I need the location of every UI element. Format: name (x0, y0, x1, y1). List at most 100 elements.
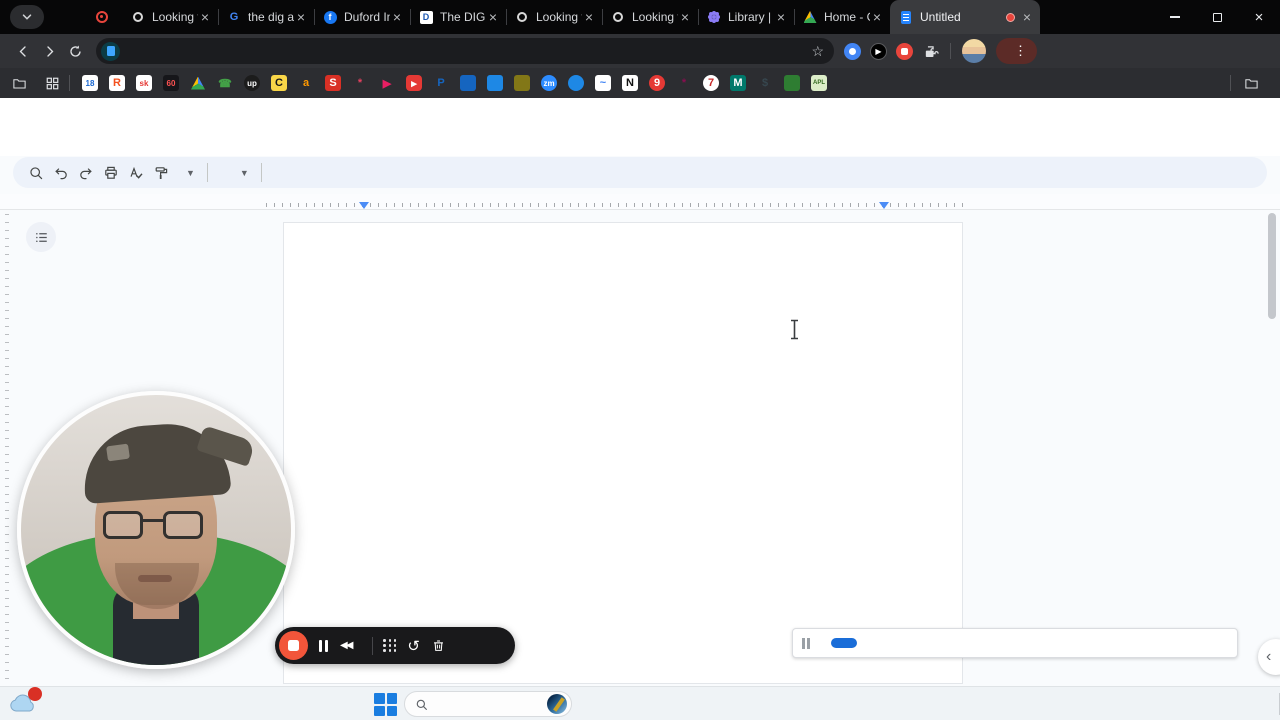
bookmark-star-icon[interactable]: ☆ (811, 43, 824, 60)
right-indent-marker[interactable] (879, 202, 889, 209)
bookmark-item-12[interactable]: ▶ (379, 75, 395, 91)
extensions-puzzle-icon[interactable] (922, 43, 939, 60)
left-indent-marker[interactable] (359, 202, 369, 209)
profile-avatar[interactable] (962, 39, 986, 63)
restart-recording-button[interactable]: ↺ (407, 637, 420, 655)
document-page[interactable] (283, 222, 963, 684)
bookmark-item-22[interactable]: 9 (649, 75, 665, 91)
tab-close-icon[interactable]: × (774, 9, 788, 25)
tab-search-button[interactable] (10, 5, 44, 29)
spellcheck-button[interactable] (123, 160, 148, 185)
tab-close-icon[interactable]: × (486, 9, 500, 25)
browser-tab-2[interactable]: Gthe dig agen× (218, 0, 314, 34)
tab-close-icon[interactable]: × (1020, 9, 1034, 25)
loom-webcam-bubble[interactable] (17, 391, 295, 669)
browser-tab-4[interactable]: D The DIG Age× (410, 0, 506, 34)
extension-blocker-icon[interactable] (896, 42, 913, 60)
bookmark-item-9[interactable]: a (298, 75, 314, 91)
tab-close-icon[interactable]: × (678, 9, 692, 25)
apps-grid-icon[interactable] (41, 72, 63, 94)
taskbar-search[interactable] (404, 691, 572, 717)
bookmarks-folder[interactable] (0, 76, 41, 91)
browser-tab-1[interactable]: Looking for× (122, 0, 218, 34)
bookmark-item-19[interactable] (568, 75, 584, 91)
close-button[interactable]: × (1238, 0, 1280, 34)
drag-handle-icon[interactable] (383, 639, 397, 652)
browser-tab-8[interactable]: Home - Goo× (794, 0, 890, 34)
bookmark-item-20[interactable]: ~ (595, 75, 611, 91)
browser-menu-error-badge[interactable]: ⋮ (996, 38, 1037, 64)
facebook-favicon: f (323, 10, 337, 24)
paint-format-button[interactable] (148, 160, 173, 185)
forward-button[interactable] (36, 38, 62, 64)
minimize-button[interactable] (1154, 0, 1196, 34)
bookmark-item-11[interactable]: * (352, 75, 368, 91)
bookmark-item-14[interactable]: P (433, 75, 449, 91)
address-bar[interactable]: ☆ (96, 38, 834, 64)
bookmark-item-4[interactable]: 60 (163, 75, 179, 91)
bookmark-item-8[interactable]: C (271, 75, 287, 91)
browser-tab-9[interactable]: Untitled × (890, 0, 1040, 34)
ring-favicon (131, 10, 145, 24)
delete-recording-button[interactable] (431, 638, 446, 653)
bookmark-item-7[interactable]: up (244, 75, 260, 91)
bookmark-item-24[interactable]: 7 (703, 75, 719, 91)
reload-button[interactable] (62, 38, 88, 64)
document-outline-button[interactable] (26, 222, 56, 252)
bookmark-item-1[interactable]: 18 (82, 75, 98, 91)
bookmark-item-17[interactable] (514, 75, 530, 91)
bookmark-item-6[interactable]: ☎ (217, 75, 233, 91)
screen-sharing-banner (792, 628, 1238, 658)
tab-close-icon[interactable]: × (390, 9, 404, 25)
toolbar-search-button[interactable] (23, 160, 48, 185)
bookmark-item-25[interactable]: M (730, 75, 746, 91)
redo-button[interactable] (73, 160, 98, 185)
bookmark-item-16[interactable] (487, 75, 503, 91)
loom-control-bar[interactable]: ◀◀ ↺ (275, 627, 515, 664)
kebab-menu-icon[interactable]: ⋮ (1008, 43, 1033, 59)
document-scrollbar[interactable] (1268, 213, 1276, 319)
maximize-button[interactable] (1196, 0, 1238, 34)
rewind-button[interactable]: ◀◀ (340, 640, 353, 651)
stop-sharing-button[interactable] (830, 638, 857, 648)
back-button[interactable] (10, 38, 36, 64)
browser-tab-5[interactable]: Looking for× (506, 0, 602, 34)
bookmarks-bar: 18 Rsk 60 ☎ up Ca S * ▶ ▸ Pzm ~ N 9 * 7 M $ APL (0, 68, 1280, 98)
bookmark-item-27[interactable] (784, 75, 800, 91)
site-info-icon[interactable] (101, 41, 120, 61)
extension-camera-icon[interactable] (844, 42, 861, 60)
bookmark-item-10[interactable]: S (325, 75, 341, 91)
bookmark-item-23[interactable]: * (676, 75, 692, 91)
zoom-select[interactable]: ▼ (173, 160, 202, 185)
bookmark-item-3[interactable]: sk (136, 75, 152, 91)
weather-widget[interactable] (8, 687, 45, 716)
browser-tab-7[interactable]: Library | Loo× (698, 0, 794, 34)
bookmark-item-26[interactable]: $ (757, 75, 773, 91)
bookmark-item-21[interactable]: N (622, 75, 638, 91)
new-tab-button[interactable] (1046, 3, 1074, 31)
bookmark-item-13[interactable]: ▸ (406, 75, 422, 91)
extension-play-icon[interactable]: ▶ (870, 42, 887, 60)
weather-cloud-icon (8, 687, 42, 716)
undo-button[interactable] (48, 160, 73, 185)
bookmark-item-2[interactable]: R (109, 75, 125, 91)
bookmark-item-28[interactable]: APL (811, 75, 827, 91)
print-button[interactable] (98, 160, 123, 185)
tab-close-icon[interactable]: × (582, 9, 596, 25)
start-button[interactable] (374, 693, 397, 716)
all-bookmarks-button[interactable] (1224, 75, 1280, 91)
bookmark-item-5[interactable] (190, 75, 206, 91)
browser-tab-3[interactable]: f Duford Insu× (314, 0, 410, 34)
browser-tab-6[interactable]: Looking for× (602, 0, 698, 34)
bookmark-item-15[interactable] (460, 75, 476, 91)
bookmark-item-18[interactable]: zm (541, 75, 557, 91)
loom-favicon (707, 10, 721, 24)
tab-close-icon[interactable]: × (294, 9, 308, 25)
chevron-left-icon: ‹ (1266, 648, 1272, 665)
paragraph-style-select[interactable]: ▼ (213, 160, 256, 185)
pause-sharing-icon[interactable] (802, 637, 810, 649)
pause-button[interactable] (319, 639, 328, 652)
horizontal-ruler[interactable] (0, 194, 1280, 210)
tab-close-icon[interactable]: × (198, 9, 212, 25)
tab-close-icon[interactable]: × (870, 9, 884, 25)
